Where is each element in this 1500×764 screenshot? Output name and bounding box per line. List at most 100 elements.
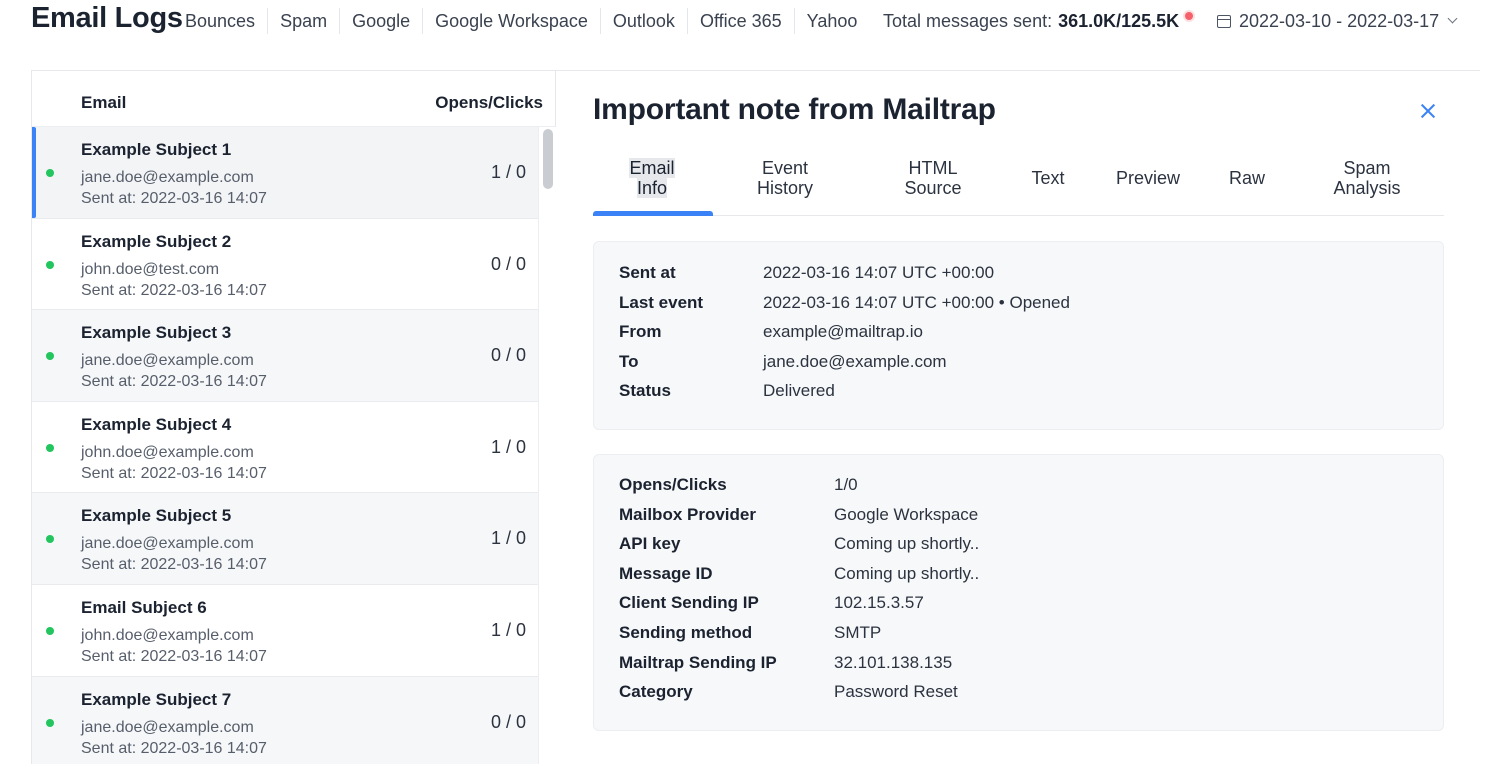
status-dot-icon — [46, 169, 54, 177]
meta-value: 1/0 — [834, 475, 858, 494]
detail-title: Important note from Mailtrap — [593, 93, 996, 126]
meta-key: Category — [619, 682, 693, 701]
meta-key: Client Sending IP — [619, 593, 759, 612]
email-detail-panel: Important note from Mailtrap Email Info … — [557, 71, 1480, 764]
total-messages-value: 361.0K/125.5K — [1058, 11, 1180, 31]
tab-label-line2: History — [756, 178, 813, 198]
email-opens-clicks: 1 / 0 — [490, 619, 526, 640]
email-subject: Example Subject 5 — [81, 506, 232, 526]
meta-value: 102.15.3.57 — [834, 593, 924, 612]
tab-label-line2: Info — [636, 178, 668, 198]
tab-preview[interactable]: Preview — [1108, 168, 1188, 188]
list-scrollbar[interactable] — [538, 127, 556, 764]
email-subject: Example Subject 7 — [81, 689, 232, 709]
total-messages: Total messages sent: 361.0K/125.5K — [883, 8, 1194, 34]
list-item[interactable]: Example Subject 4 john.doe@example.com S… — [32, 401, 538, 494]
scrollbar-thumb[interactable] — [543, 129, 553, 189]
email-sent-at: Sent at: 2022-03-16 14:07 — [81, 373, 267, 391]
list-item[interactable]: Example Subject 5 jane.doe@example.com S… — [32, 493, 538, 585]
email-subject: Example Subject 3 — [81, 323, 232, 343]
tab-text[interactable]: Text — [1018, 168, 1078, 188]
email-opens-clicks: 0 / 0 — [490, 253, 526, 274]
info-value: example@mailtrap.io — [763, 322, 923, 341]
tab-email-info[interactable]: Email Info — [617, 158, 687, 198]
meta-key: Message ID — [619, 564, 713, 583]
status-dot-icon — [46, 443, 54, 452]
email-info-card: Sent at 2022-03-16 14:07 UTC +00:00 Last… — [593, 241, 1444, 430]
list-item[interactable]: Example Subject 3 jane.doe@example.com S… — [32, 310, 538, 402]
filter-yahoo[interactable]: Yahoo — [795, 8, 870, 34]
email-recipient: john.doe@test.com — [81, 260, 220, 278]
chevron-down-icon — [1447, 13, 1458, 24]
list-header: Email Opens/Clicks — [32, 71, 555, 127]
filter-outlook[interactable]: Outlook — [601, 8, 688, 34]
email-list-panel: Email Opens/Clicks Example Subject 1 jan… — [31, 71, 556, 764]
meta-value: 32.101.138.135 — [834, 653, 953, 672]
meta-key: Mailbox Provider — [619, 505, 756, 524]
email-recipient: jane.doe@example.com — [81, 535, 254, 553]
close-icon[interactable] — [1419, 102, 1437, 120]
tab-spam-analysis[interactable]: Spam Analysis — [1322, 158, 1412, 198]
meta-key: Mailtrap Sending IP — [619, 653, 777, 672]
email-subject: Example Subject 4 — [81, 414, 232, 434]
email-recipient: jane.doe@example.com — [81, 352, 254, 370]
tab-label-line1: HTML — [908, 158, 958, 178]
list-item[interactable]: Example Subject 1 jane.doe@example.com S… — [32, 127, 538, 219]
info-value: 2022-03-16 14:07 UTC +00:00 • Opened — [763, 293, 1070, 312]
tab-label: Raw — [1228, 168, 1265, 188]
info-value: Delivered — [763, 381, 835, 400]
meta-value: SMTP — [834, 623, 882, 642]
email-list: Example Subject 1 jane.doe@example.com S… — [32, 127, 538, 764]
email-subject: Example Subject 2 — [81, 231, 232, 251]
email-meta-card: Opens/Clicks 1/0 Mailbox Provider Google… — [593, 454, 1444, 731]
list-item[interactable]: Email Subject 6 john.doe@example.com Sen… — [32, 584, 538, 677]
status-dot-icon — [46, 352, 54, 361]
total-messages-label: Total messages sent: — [883, 11, 1053, 31]
tab-raw[interactable]: Raw — [1217, 168, 1277, 188]
filter-google[interactable]: Google — [340, 8, 424, 34]
calendar-icon — [1217, 14, 1231, 28]
status-dot-icon — [46, 535, 54, 544]
info-key: Sent at — [619, 263, 676, 282]
meta-key: Sending method — [619, 623, 753, 642]
tab-label-line1: Event — [761, 158, 809, 178]
email-sent-at: Sent at: 2022-03-16 14:07 — [81, 190, 267, 207]
meta-key: API key — [619, 534, 681, 553]
email-opens-clicks: 1 / 0 — [490, 528, 526, 549]
status-dot-icon — [46, 260, 54, 269]
filter-office-365[interactable]: Office 365 — [688, 8, 795, 34]
email-sent-at: Sent at: 2022-03-16 14:07 — [81, 739, 267, 757]
info-key: Last event — [619, 293, 704, 312]
meta-value: Google Workspace — [834, 505, 979, 524]
email-recipient: john.doe@example.com — [81, 626, 254, 644]
email-sent-at: Sent at: 2022-03-16 14:07 — [81, 556, 267, 574]
info-key: Status — [619, 381, 671, 400]
page-title: Email Logs — [31, 2, 183, 34]
filter-spam[interactable]: Spam — [268, 8, 341, 34]
filter-google-workspace[interactable]: Google Workspace — [423, 8, 601, 34]
list-item[interactable]: Example Subject 7 jane.doe@example.com S… — [32, 676, 538, 764]
date-range-picker[interactable]: 2022-03-10 - 2022-03-17 — [1217, 8, 1458, 34]
active-tab-indicator — [593, 211, 713, 216]
email-opens-clicks: 0 / 0 — [490, 711, 526, 732]
status-dot-icon — [46, 626, 54, 635]
list-item[interactable]: Example Subject 2 john.doe@test.com Sent… — [32, 218, 538, 311]
email-opens-clicks: 1 / 0 — [490, 162, 526, 182]
tab-html-source[interactable]: HTML Source — [893, 158, 973, 198]
email-subject: Email Subject 6 — [81, 597, 207, 617]
meta-value: Coming up shortly.. — [834, 564, 980, 583]
email-sent-at: Sent at: 2022-03-16 14:07 — [81, 281, 267, 299]
top-bar: Email Logs Bounces Spam Google Google Wo… — [0, 0, 1500, 44]
alert-dot-icon — [1185, 12, 1194, 20]
tab-event-history[interactable]: Event History — [745, 158, 825, 198]
provider-filters: Bounces Spam Google Google Workspace Out… — [173, 8, 869, 34]
email-opens-clicks: 1 / 0 — [490, 436, 526, 457]
filter-bounces[interactable]: Bounces — [173, 8, 269, 34]
email-opens-clicks: 0 / 0 — [490, 345, 526, 366]
tab-label-line2: Source — [904, 178, 962, 198]
info-value: 2022-03-16 14:07 UTC +00:00 — [763, 263, 995, 282]
tab-label: Preview — [1115, 168, 1181, 188]
info-value: jane.doe@example.com — [763, 352, 947, 371]
date-range-value: 2022-03-10 - 2022-03-17 — [1239, 11, 1440, 31]
column-header-email: Email — [81, 93, 127, 112]
